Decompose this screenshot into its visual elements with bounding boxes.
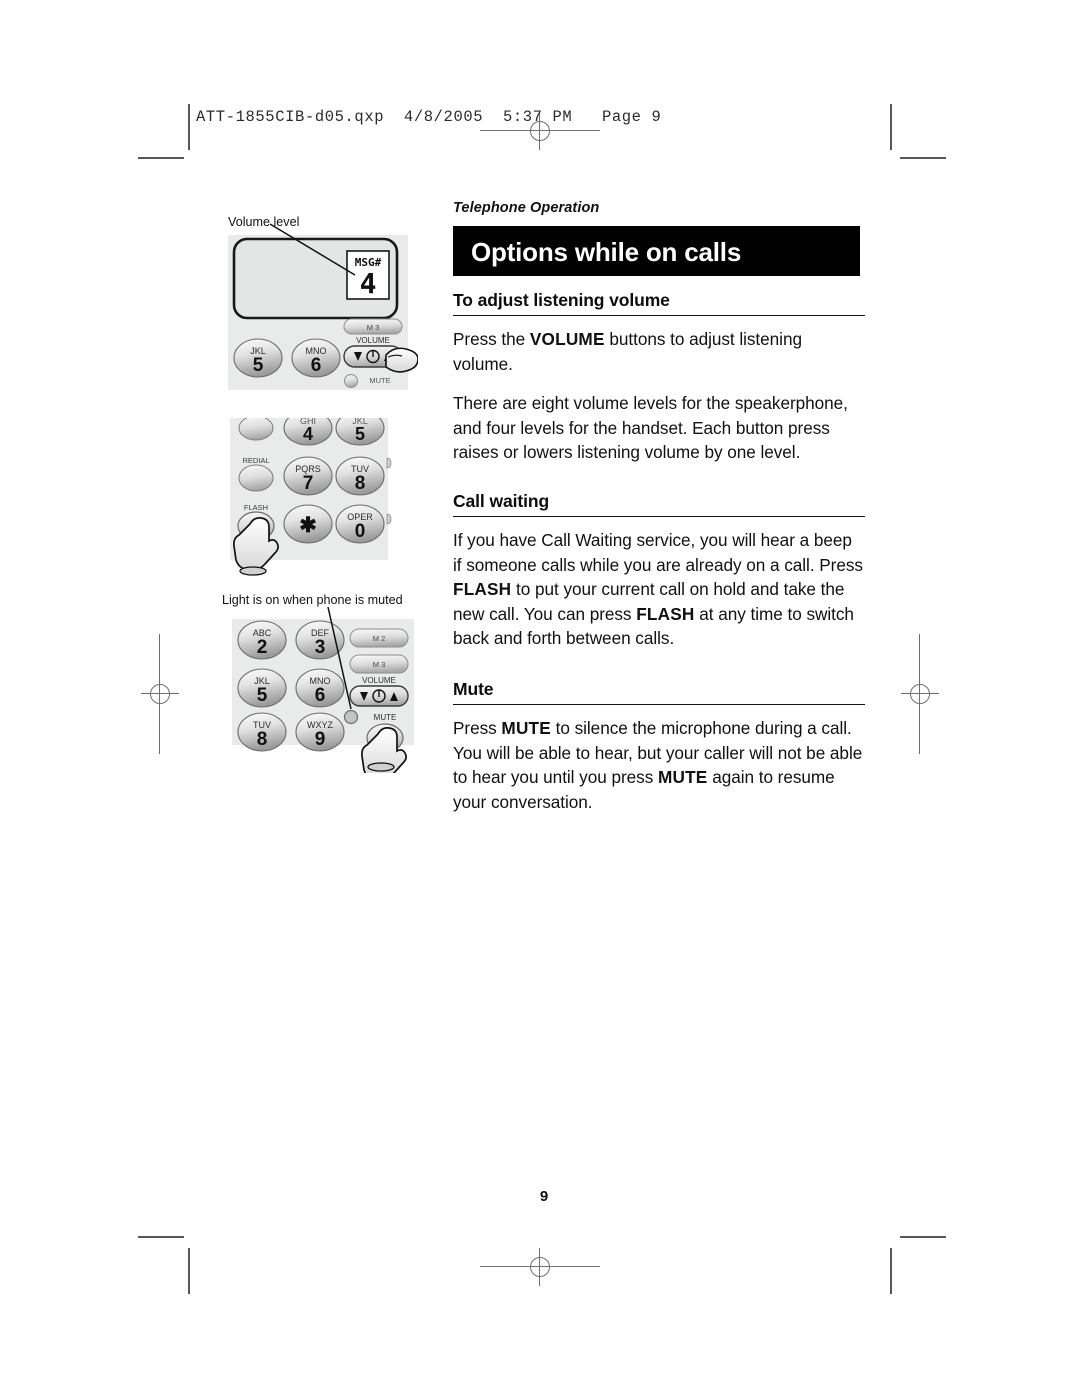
page-number-wrap: 9	[0, 1188, 1080, 1205]
mute-label-2: MUTE	[374, 713, 397, 722]
section-mute: Mute Press MUTE to silence the microphon…	[453, 679, 865, 814]
key-4-digit: 4	[303, 424, 313, 444]
key-9-digit: 9	[315, 729, 326, 750]
registration-mark-left	[141, 634, 179, 754]
key-0-digit: 0	[355, 521, 366, 542]
pointing-hand-icon	[385, 347, 418, 373]
figure-flash-artwork: GHI 4 JKL 5 REDIAL PQRS 7 TUV 8 FLASH ✱ …	[230, 418, 392, 576]
key-8b-digit: 8	[257, 729, 268, 750]
crop-mark-bottom-right-horizontal	[900, 1236, 946, 1238]
crop-mark-bottom-left-horizontal	[138, 1236, 184, 1238]
key-6-digit: 6	[311, 355, 322, 376]
crop-mark-top-right-horizontal	[900, 157, 946, 159]
key-6c-digit: 6	[315, 685, 326, 706]
page-kicker: Telephone Operation	[453, 200, 600, 216]
volume-label-2: VOLUME	[362, 676, 396, 685]
key-star-digit: ✱	[299, 514, 317, 537]
section-heading-call-waiting: Call waiting	[453, 491, 865, 517]
memory-key-m2-label: M 2	[373, 634, 386, 643]
mute-indicator-led	[343, 709, 359, 725]
figure-volume-callout-label: Volume level	[228, 215, 300, 229]
content-column: To adjust listening volume Press the VOL…	[453, 290, 865, 825]
volume-label: VOLUME	[356, 336, 390, 345]
registration-mark-right	[901, 634, 939, 754]
page-title-bar: Options while on calls	[453, 226, 860, 276]
redial-label: REDIAL	[242, 456, 269, 465]
crop-mark-bottom-left-vertical	[188, 1248, 190, 1294]
flash-label: FLASH	[244, 503, 268, 512]
figure-volume-level: Volume level MSG# 4 M 3 JKL 5 MNO 6 VOLU…	[228, 215, 418, 390]
figure-volume-artwork: MSG# 4 M 3 JKL 5 MNO 6 VOLUME MUTE	[228, 223, 418, 390]
key-7-digit: 7	[303, 473, 314, 494]
crop-mark-top-left-vertical	[188, 104, 190, 150]
mute-label-partial: MUTE	[369, 376, 390, 385]
figure-mute-artwork: ABC 2 DEF 3 M 2 M 3 JKL 5 MNO 6 VOLUME T…	[232, 606, 414, 773]
page-title: Options while on calls	[471, 237, 742, 267]
display-msg-value: 4	[360, 267, 377, 300]
section-heading-mute: Mute	[453, 679, 865, 705]
registration-mark-bottom	[480, 1248, 600, 1286]
page-number: 9	[539, 1188, 549, 1205]
paragraph: There are eight volume levels for the sp…	[453, 393, 848, 463]
memory-key-m3-label: M 3	[367, 323, 380, 332]
key-8-digit: 8	[355, 473, 366, 494]
quark-header-line: ATT-1855CIB-d05.qxp 4/8/2005 5:37 PM Pag…	[196, 108, 662, 126]
figure-mute-key: Light is on when phone is muted ABC 2 DE…	[222, 593, 422, 773]
key-5b-digit: 5	[355, 424, 365, 444]
crop-mark-bottom-right-vertical	[890, 1248, 892, 1294]
crop-mark-top-right-vertical	[890, 104, 892, 150]
section-adjust-volume: To adjust listening volume Press the VOL…	[453, 290, 865, 465]
paragraph: If you have Call Waiting service, you wi…	[453, 529, 863, 649]
memory-key-m3b-label: M 3	[373, 660, 386, 669]
section-call-waiting: Call waiting If you have Call Waiting se…	[453, 491, 865, 651]
paragraph: Press MUTE to silence the microphone dur…	[453, 717, 863, 812]
paragraph: Press the VOLUME buttons to adjust liste…	[453, 329, 802, 374]
key-3-digit: 3	[315, 637, 326, 658]
key-2-digit: 2	[257, 637, 268, 658]
figure-mute-callout-label: Light is on when phone is muted	[222, 593, 403, 607]
crop-mark-top-left-horizontal	[138, 157, 184, 159]
section-heading-adjust-volume: To adjust listening volume	[453, 290, 865, 316]
key-5c-digit: 5	[257, 685, 268, 706]
key-5-digit: 5	[253, 355, 264, 376]
figure-flash-key: GHI 4 JKL 5 REDIAL PQRS 7 TUV 8 FLASH ✱ …	[230, 418, 410, 583]
